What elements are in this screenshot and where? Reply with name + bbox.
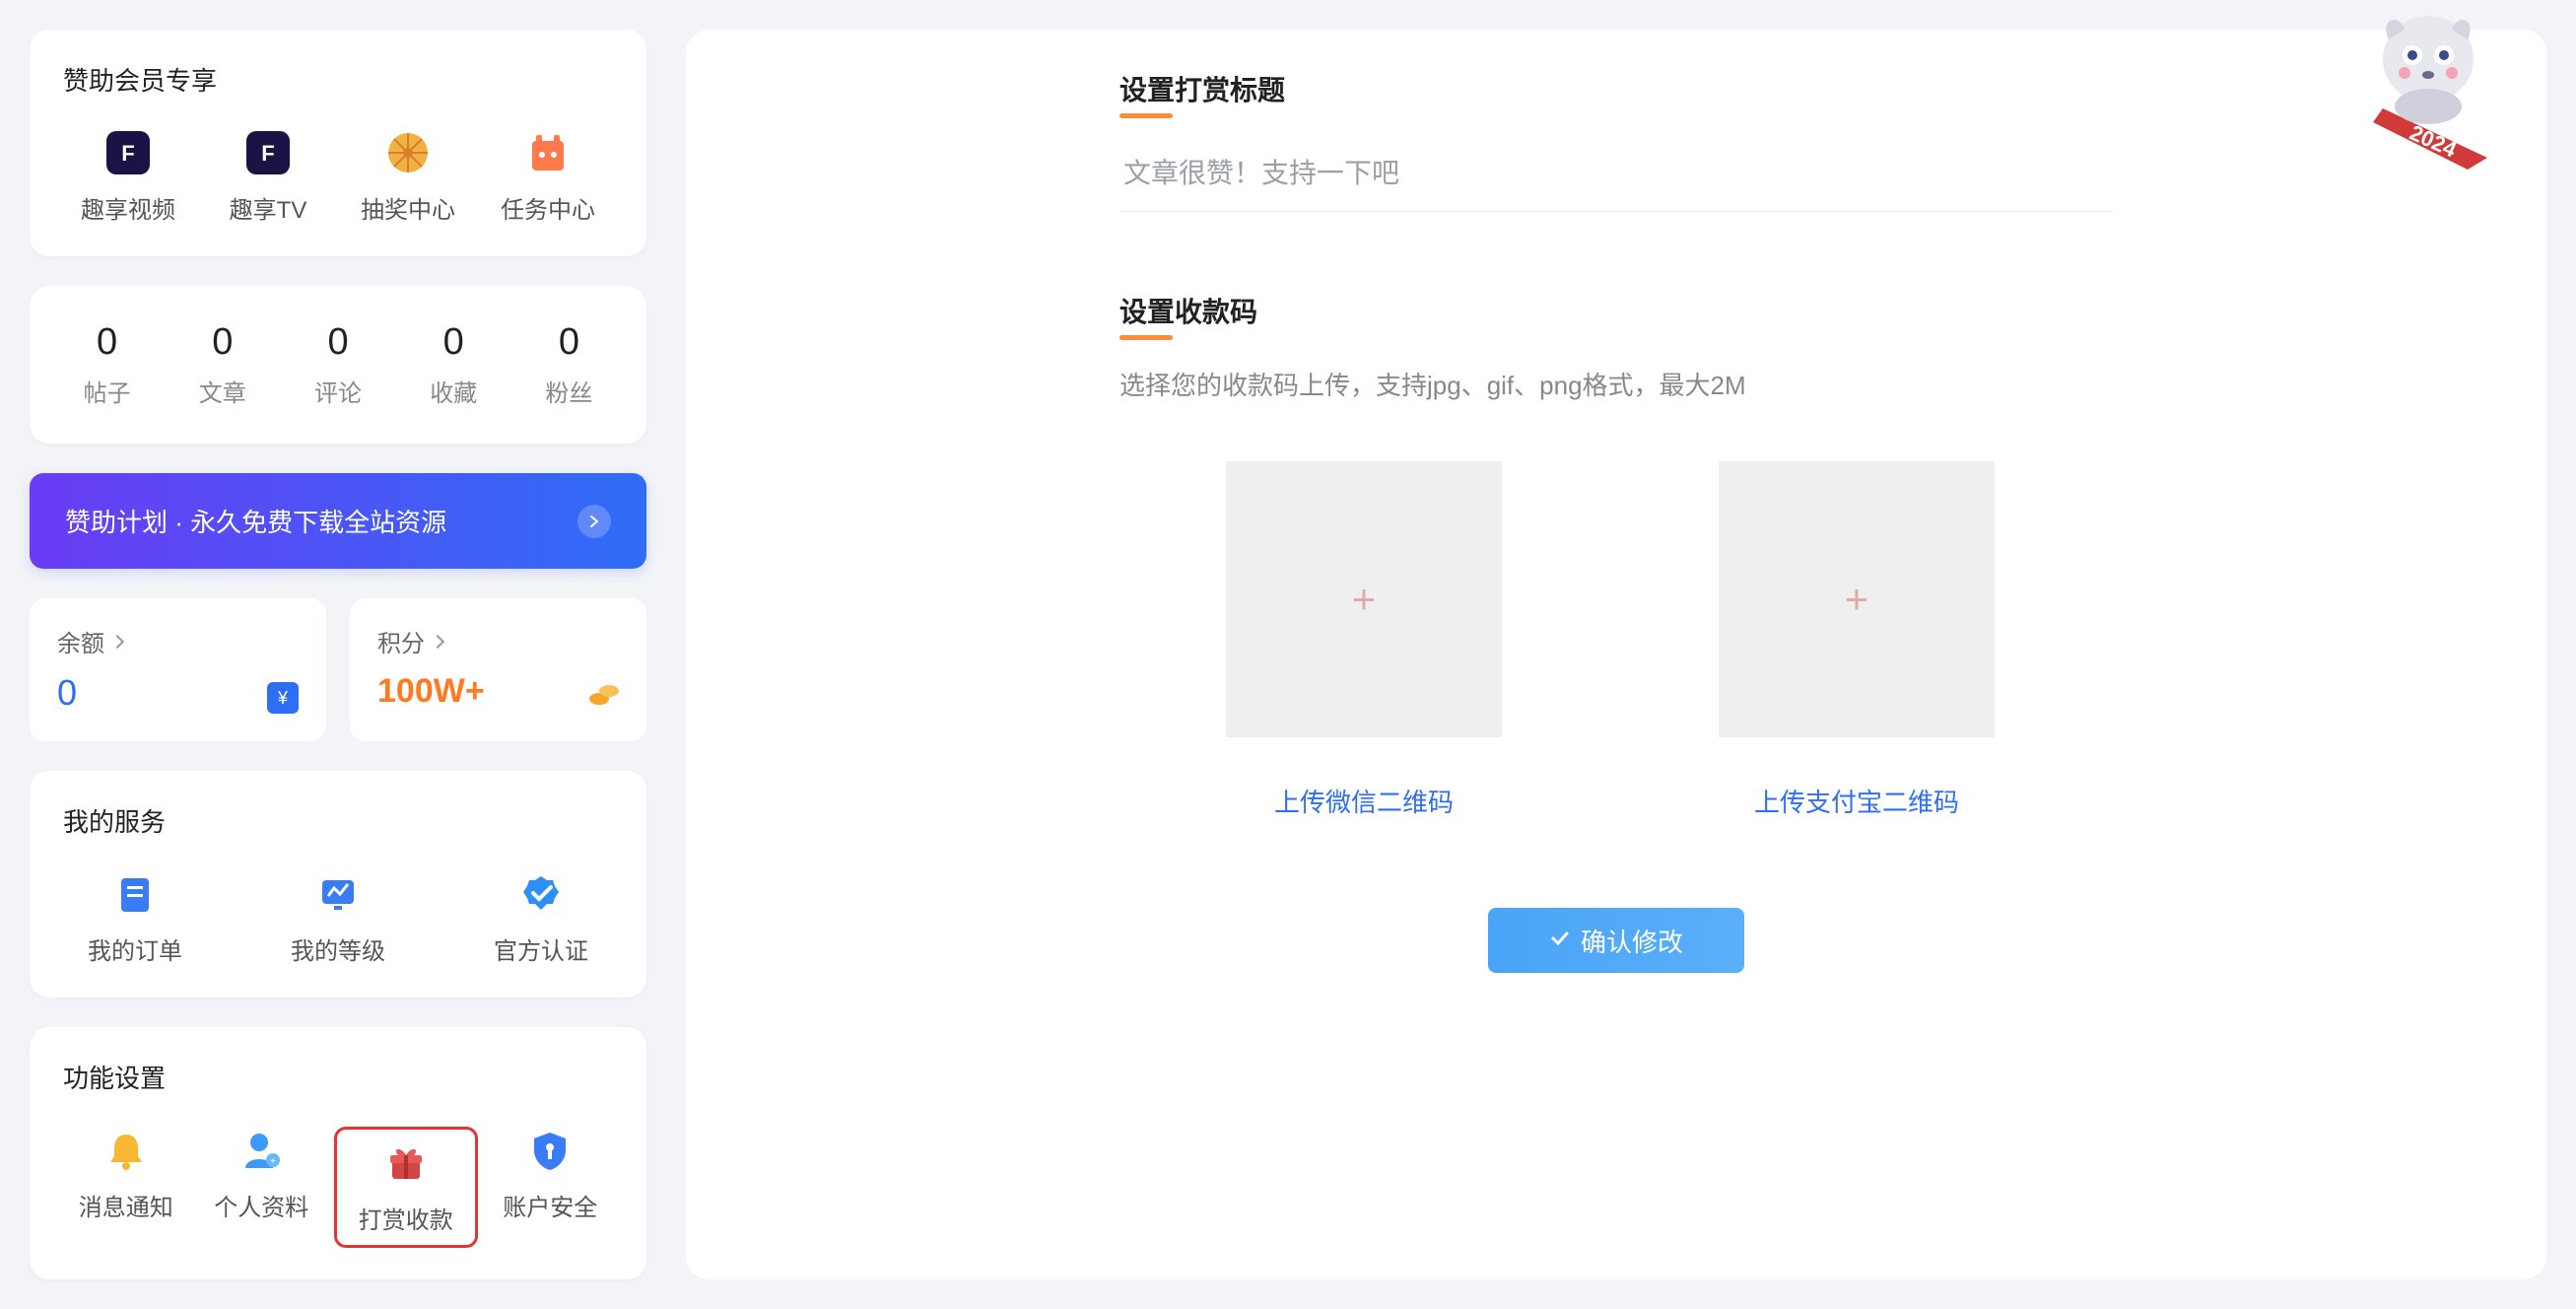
sponsor-plan-text: 赞助计划 · 永久免费下载全站资源 <box>65 503 446 539</box>
function-settings-card: 功能设置 消息通知 + 个人资料 <box>30 1027 646 1279</box>
sponsor-item-label: 趣享视频 <box>81 190 175 225</box>
level-icon <box>314 870 362 918</box>
setting-notifications[interactable]: 消息通知 <box>63 1127 189 1248</box>
qrcode-desc: 选择您的收款码上传，支持jpg、gif、png格式，最大2M <box>1119 366 2113 402</box>
setting-security[interactable]: 账户安全 <box>488 1127 614 1248</box>
points-link[interactable]: 积分 <box>377 624 619 658</box>
balance-link[interactable]: 余额 <box>57 624 299 658</box>
bell-icon <box>102 1127 150 1174</box>
sponsor-plan-banner[interactable]: 赞助计划 · 永久免费下载全站资源 <box>30 473 646 569</box>
svg-text:¥: ¥ <box>277 688 289 708</box>
sponsor-item-lottery[interactable]: 抽奖中心 <box>343 129 473 225</box>
svg-text:F: F <box>121 141 134 166</box>
verify-icon <box>517 870 565 918</box>
balance-card[interactable]: 余额 0 ¥ <box>30 598 326 741</box>
service-verify[interactable]: 官方认证 <box>469 870 613 966</box>
video-app-icon: F <box>104 129 152 176</box>
upload-alipay-col: + 上传支付宝二维码 <box>1719 461 1995 819</box>
sponsor-item-tasks[interactable]: 任务中心 <box>483 129 613 225</box>
plus-icon: + <box>1845 576 1869 623</box>
orders-icon <box>111 870 159 918</box>
points-value: 100W+ <box>377 672 485 711</box>
confirm-button[interactable]: 确认修改 <box>1488 908 1744 973</box>
service-level[interactable]: 我的等级 <box>266 870 410 966</box>
my-services-card: 我的服务 我的订单 我的等级 <box>30 771 646 998</box>
stat-posts[interactable]: 0 帖子 <box>49 321 165 408</box>
stat-comments[interactable]: 0 评论 <box>280 321 395 408</box>
chevron-right-icon <box>431 634 444 648</box>
mascot-year-text: 2024 <box>2407 120 2462 163</box>
sponsor-item-label: 趣享TV <box>230 190 307 225</box>
sponsor-item-video[interactable]: F 趣享视频 <box>63 129 193 225</box>
service-orders[interactable]: 我的订单 <box>63 870 207 966</box>
my-services-title: 我的服务 <box>63 802 613 839</box>
arrow-right-icon <box>577 505 611 538</box>
qrcode-section-header: 设置收款码 <box>1119 291 1257 340</box>
sidebar: 赞助会员专享 F 趣享视频 F 趣享TV <box>30 30 646 1279</box>
reward-title-section-header: 设置打赏标题 <box>1119 69 1285 118</box>
points-card[interactable]: 积分 100W+ <box>350 598 646 741</box>
tv-app-icon: F <box>244 129 292 176</box>
upload-alipay-label: 上传支付宝二维码 <box>1754 783 1959 819</box>
setting-profile[interactable]: + 个人资料 <box>199 1127 325 1248</box>
lottery-icon <box>384 129 432 176</box>
svg-text:F: F <box>261 141 274 166</box>
stats-card: 0 帖子 0 文章 0 评论 0 收藏 0 粉丝 <box>30 286 646 444</box>
user-icon: + <box>237 1127 285 1174</box>
stat-followers[interactable]: 0 粉丝 <box>511 321 627 408</box>
upload-wechat-label: 上传微信二维码 <box>1274 783 1454 819</box>
plus-icon: + <box>1352 576 1377 623</box>
gift-icon <box>382 1139 430 1187</box>
upload-alipay-box[interactable]: + <box>1719 461 1995 737</box>
shield-icon <box>526 1127 574 1174</box>
sponsor-exclusive-title: 赞助会员专享 <box>63 61 613 98</box>
setting-reward[interactable]: 打赏收款 <box>334 1127 478 1248</box>
sponsor-exclusive-card: 赞助会员专享 F 趣享视频 F 趣享TV <box>30 30 646 256</box>
mascot-badge[interactable]: 2024 <box>2339 0 2517 177</box>
upload-wechat-box[interactable]: + <box>1226 461 1502 737</box>
sponsor-item-tv[interactable]: F 趣享TV <box>203 129 333 225</box>
coins-icon <box>587 679 619 711</box>
sponsor-item-label: 任务中心 <box>501 190 595 225</box>
stat-articles[interactable]: 0 文章 <box>165 321 280 408</box>
upload-wechat-col: + 上传微信二维码 <box>1226 461 1502 819</box>
yuan-icon: ¥ <box>267 682 299 714</box>
balance-value: 0 <box>57 672 77 714</box>
stat-favorites[interactable]: 0 收藏 <box>396 321 511 408</box>
function-settings-title: 功能设置 <box>63 1059 613 1095</box>
check-icon <box>1549 926 1571 956</box>
main-panel: 设置打赏标题 设置收款码 选择您的收款码上传，支持jpg、gif、png格式，最… <box>686 30 2546 1279</box>
tasks-icon <box>524 129 572 176</box>
sponsor-item-label: 抽奖中心 <box>361 190 455 225</box>
svg-text:+: + <box>270 1156 276 1167</box>
chevron-right-icon <box>110 634 124 648</box>
balance-row: 余额 0 ¥ 积分 100W+ <box>30 598 646 741</box>
confirm-label: 确认修改 <box>1581 923 1683 959</box>
reward-title-input[interactable] <box>1119 144 2113 212</box>
